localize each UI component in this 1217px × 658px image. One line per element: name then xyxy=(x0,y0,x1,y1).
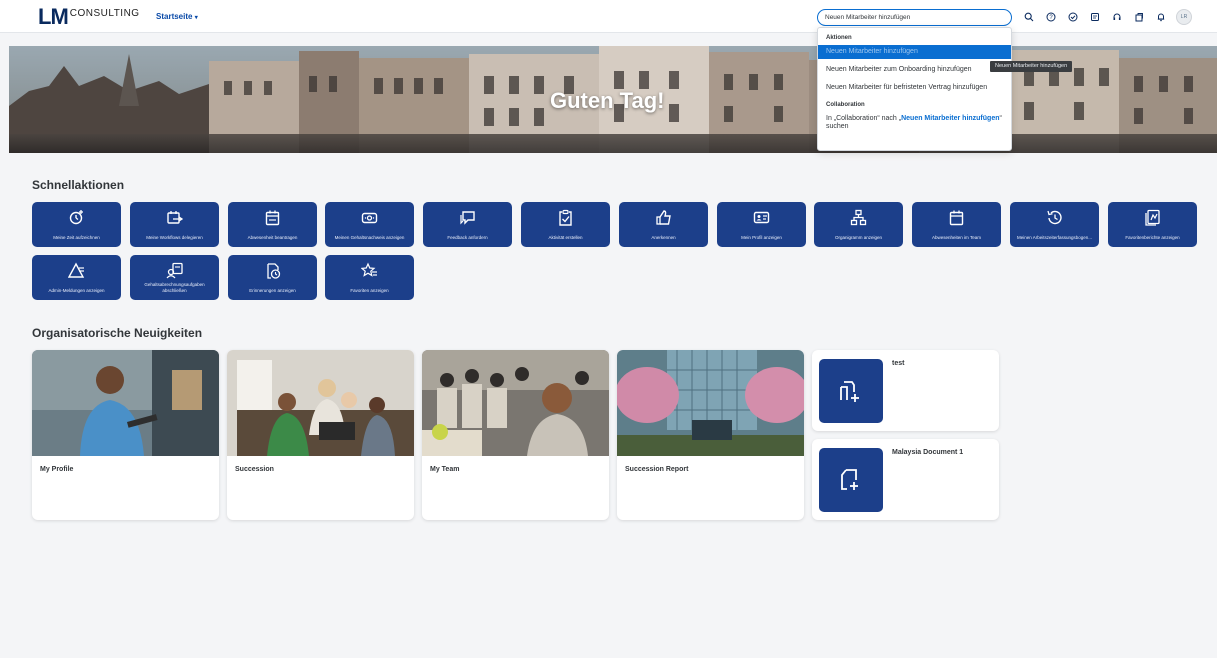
news-image-succession-report xyxy=(617,350,804,456)
collab-prefix: In „Collaboration“ nach „ xyxy=(826,115,902,122)
hero-greeting: Guten Tag! xyxy=(550,88,665,113)
document-title: test xyxy=(892,360,905,367)
help-icon[interactable]: ? xyxy=(1040,10,1062,24)
quick-action-tile[interactable]: Erinnerungen anzeigen xyxy=(228,255,317,300)
quick-action-tile[interactable]: Admin-Meldungen anzeigen xyxy=(32,255,121,300)
quick-action-label: Meinen Gehaltsnachweis anzeigen xyxy=(334,235,405,240)
search-input[interactable] xyxy=(817,9,1012,26)
header-actions: ? xyxy=(1018,10,1172,24)
clock-plus-icon xyxy=(68,209,85,226)
quick-action-tile[interactable]: Favoritenberichte anzeigen xyxy=(1108,202,1197,247)
quick-action-label: Meinen Arbeitszeiterfassungsbogen... xyxy=(1016,235,1093,240)
quick-action-label: Erinnerungen anzeigen xyxy=(249,288,296,293)
logo-text: CONSULTING xyxy=(69,8,140,19)
quick-action-tile[interactable]: Favoriten anzeigen xyxy=(325,255,414,300)
logo-mark: LM xyxy=(38,4,69,29)
org-chart-icon xyxy=(850,209,867,226)
quick-action-tile[interactable]: Meinen Gehaltsnachweis anzeigen xyxy=(325,202,414,247)
news-title: Succession xyxy=(235,466,274,473)
news-tile-my-team[interactable]: My Team xyxy=(422,350,609,520)
reminder-icon xyxy=(264,262,281,279)
clipboard-check-icon xyxy=(557,209,574,226)
quick-action-tile[interactable]: Organigramm anzeigen xyxy=(814,202,903,247)
document-tile-malaysia[interactable]: Malaysia Document 1 xyxy=(812,439,999,520)
avatar[interactable]: LR xyxy=(1176,9,1192,25)
news-title: Succession Report xyxy=(625,466,689,473)
quick-action-label: Abwesenheit beantragen xyxy=(247,235,298,240)
document-title: Malaysia Document 1 xyxy=(892,449,964,456)
calendar-request-icon xyxy=(264,209,281,226)
quick-action-tile[interactable]: Anerkennen xyxy=(619,202,708,247)
search-icon[interactable] xyxy=(1018,10,1040,24)
news-title: My Profile xyxy=(40,466,74,473)
feedback-icon xyxy=(459,209,476,226)
id-card-icon xyxy=(753,209,770,226)
quick-action-label: Anerkennen xyxy=(651,235,676,240)
suggestion-add-employee-temporary[interactable]: Neuen Mitarbeiter für befristeten Vertra… xyxy=(818,81,1011,95)
quick-action-tile[interactable]: Meinen Arbeitszeiterfassungsbogen... xyxy=(1010,202,1099,247)
quick-action-label: Admin-Meldungen anzeigen xyxy=(48,288,105,293)
quick-action-tile[interactable]: Meine Workflows delegieren xyxy=(130,202,219,247)
headset-icon[interactable] xyxy=(1106,10,1128,24)
suggestion-search-collaboration[interactable]: In „Collaboration“ nach „Neuen Mitarbeit… xyxy=(818,112,1011,134)
quick-action-label: Mein Profil anzeigen xyxy=(741,235,782,240)
home-menu-button[interactable]: Startseite ▾ xyxy=(156,12,198,21)
quick-action-tile[interactable]: Mein Profil anzeigen xyxy=(717,202,806,247)
quick-action-label: Gehaltsabrechnungsaufgaben abschließen xyxy=(144,282,205,293)
star-list-icon xyxy=(361,262,378,279)
share-icon[interactable] xyxy=(1128,10,1150,24)
quick-action-tile[interactable]: Aktivität erstellen xyxy=(521,202,610,247)
collab-highlight: Neuen Mitarbeiter hinzufügen xyxy=(901,115,1000,122)
notes-icon[interactable] xyxy=(1084,10,1106,24)
suggestion-add-employee-onboarding[interactable]: Neuen Mitarbeiter zum Onboarding hinzufü… xyxy=(818,63,1011,77)
company-logo[interactable]: LM CONSULTING xyxy=(38,4,140,29)
home-menu-label: Startseite xyxy=(156,12,193,21)
bell-icon[interactable] xyxy=(1150,10,1172,24)
calendar-team-icon xyxy=(948,209,965,226)
chevron-down-icon: ▾ xyxy=(194,15,198,21)
search-suggestions-dropdown: Aktionen Neuen Mitarbeiter hinzufügen Ne… xyxy=(817,27,1012,151)
news-image-my-team xyxy=(422,350,609,456)
payslip-icon xyxy=(361,209,378,226)
shell-header: LM CONSULTING Startseite ▾ ? xyxy=(0,0,1217,33)
news-image-succession xyxy=(227,350,414,456)
page: LM CONSULTING Startseite ▾ ? xyxy=(0,0,1217,658)
quick-action-tile[interactable]: Feedback anfordern xyxy=(423,202,512,247)
quick-action-label: Aktivität erstellen xyxy=(548,235,583,240)
quick-action-label: Abwesenheiten im Team xyxy=(932,235,981,240)
quick-action-label: Meine Workflows delegieren xyxy=(146,235,203,240)
quick-action-tile[interactable]: Abwesenheiten im Team xyxy=(912,202,1001,247)
quick-action-label: Feedback anfordern xyxy=(447,235,488,240)
quick-action-tile[interactable]: Abwesenheit beantragen xyxy=(228,202,317,247)
org-news-title: Organisatorische Neuigkeiten xyxy=(32,326,203,340)
document-add-icon xyxy=(819,359,883,423)
quick-action-label: Organigramm anzeigen xyxy=(834,235,883,240)
news-tile-succession[interactable]: Succession xyxy=(227,350,414,520)
history-icon xyxy=(1046,209,1063,226)
suggestion-tooltip: Neuen Mitarbeiter hinzufügen xyxy=(990,61,1073,72)
suggestion-add-employee[interactable]: Neuen Mitarbeiter hinzufügen xyxy=(818,45,1011,59)
quick-action-tile[interactable]: Meine Zeit aufzeichnen xyxy=(32,202,121,247)
quick-action-label: Meine Zeit aufzeichnen xyxy=(53,235,100,240)
news-image-my-profile xyxy=(32,350,219,456)
document-tile-test[interactable]: test xyxy=(812,350,999,431)
payroll-task-icon xyxy=(166,262,183,279)
quick-actions-title: Schnellaktionen xyxy=(32,178,125,192)
document-add-icon xyxy=(819,448,883,512)
dropdown-section-collaboration: Collaboration xyxy=(826,102,865,108)
news-title: My Team xyxy=(430,466,460,473)
check-circle-icon[interactable] xyxy=(1062,10,1084,24)
news-tile-my-profile[interactable]: My Profile xyxy=(32,350,219,520)
quick-action-tile[interactable]: Gehaltsabrechnungsaufgaben abschließen xyxy=(130,255,219,300)
quick-action-label: Favoritenberichte anzeigen xyxy=(1125,235,1180,240)
quick-action-label: Favoriten anzeigen xyxy=(350,288,389,293)
avatar-initials: LR xyxy=(1180,14,1188,20)
admin-alert-icon xyxy=(68,262,85,279)
calendar-arrow-icon xyxy=(166,209,183,226)
dropdown-section-actions: Aktionen xyxy=(826,35,852,41)
favorite-reports-icon xyxy=(1144,209,1161,226)
thumbs-up-icon xyxy=(655,209,672,226)
news-tile-succession-report[interactable]: Succession Report xyxy=(617,350,804,520)
